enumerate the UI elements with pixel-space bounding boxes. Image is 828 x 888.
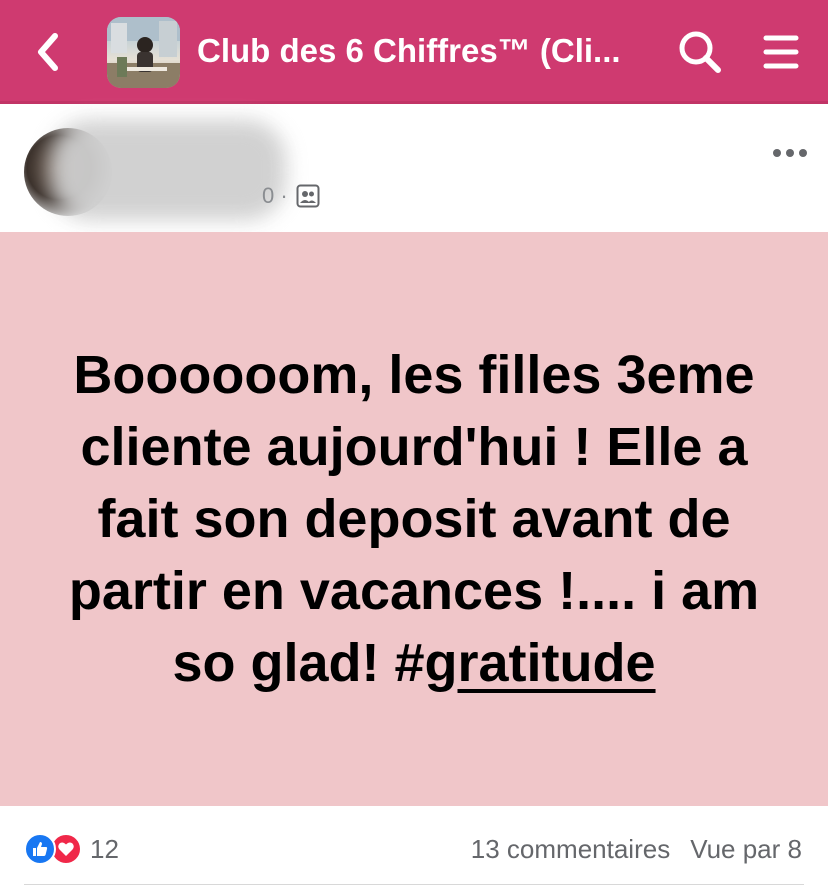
more-options-button[interactable] <box>770 140 810 166</box>
like-icon <box>24 833 56 865</box>
author-name-blurred <box>50 120 286 220</box>
post-meta: 0 · <box>262 182 320 210</box>
group-avatar[interactable] <box>107 17 180 88</box>
post-text: Boooooom, les filles 3eme cliente aujour… <box>64 339 764 699</box>
back-button[interactable] <box>28 30 68 74</box>
group-title[interactable]: Club des 6 Chiffres™ (Cli... <box>197 29 637 73</box>
reaction-count: 12 <box>90 833 119 864</box>
group-header-bar: Club des 6 Chiffres™ (Cli... <box>0 0 828 104</box>
chevron-left-icon <box>38 33 58 71</box>
post-stats: 13 commentaires Vue par 8 <box>471 832 802 866</box>
menu-button[interactable] <box>758 28 804 76</box>
hamburger-menu-icon <box>763 35 799 69</box>
post-meta-text: 0 · <box>262 183 288 208</box>
search-button[interactable] <box>676 28 724 76</box>
post-text-main: Boooooom, les filles 3eme cliente aujour… <box>68 345 760 693</box>
seen-by-link[interactable]: Vue par 8 <box>690 834 802 865</box>
comments-count-link[interactable]: 13 commentaires <box>471 834 670 865</box>
divider <box>24 884 804 885</box>
more-dots-icon <box>773 149 807 157</box>
reactions-summary[interactable]: 12 <box>24 832 119 866</box>
group-photo-image <box>107 17 180 88</box>
post-body: Boooooom, les filles 3eme cliente aujour… <box>0 232 828 806</box>
search-icon <box>679 31 721 73</box>
group-members-icon <box>296 184 320 208</box>
hashtag-link[interactable]: ratitude <box>458 633 656 693</box>
